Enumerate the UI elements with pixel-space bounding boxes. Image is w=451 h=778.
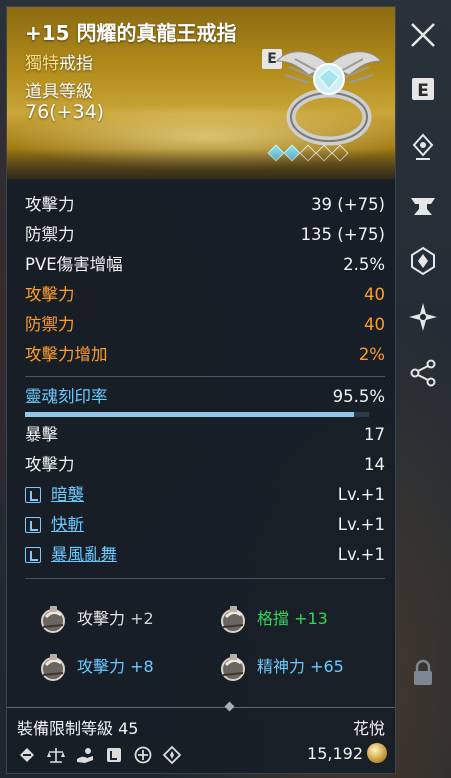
stat-value: 40 xyxy=(364,285,385,304)
pin-location-icon[interactable] xyxy=(408,132,438,162)
lock-icon[interactable] xyxy=(408,658,438,688)
footer-divider xyxy=(7,707,395,708)
potion-icon xyxy=(41,654,65,681)
stat-value: 95.5% xyxy=(332,387,385,406)
anvil-icon[interactable] xyxy=(408,190,438,220)
substat-text: 精神力 +65 xyxy=(257,649,344,685)
substat-text: 格擋 +13 xyxy=(257,601,328,637)
potion-icon xyxy=(221,654,245,681)
gem-empty-icon xyxy=(299,144,317,162)
skill-book-icon xyxy=(25,517,41,533)
rarity-prefix: 獨特 xyxy=(25,54,59,74)
substat-name: 精神力 xyxy=(257,657,311,676)
item-tooltip: +15 閃耀的真龍王戒指 獨特戒指 道具等級 76(+34) E 攻擊力 39 (… xyxy=(6,6,396,774)
equip-requirement: 裝備限制等級 45 xyxy=(17,719,139,738)
substat-value: +8 xyxy=(130,657,154,676)
item-level-value: 76(+34) xyxy=(25,101,105,123)
item-level-label: 道具等級 xyxy=(25,82,93,102)
item-title: +15 閃耀的真龍王戒指 xyxy=(25,21,237,45)
skill-book-icon xyxy=(25,547,41,563)
share-icon[interactable] xyxy=(408,358,438,388)
substats-divider xyxy=(25,578,385,579)
svg-text:E: E xyxy=(417,81,429,101)
item-header: +15 閃耀的真龍王戒指 獨特戒指 道具等級 76(+34) E xyxy=(7,7,395,179)
crafter-name: 花悅 xyxy=(352,719,385,738)
gem-empty-icon xyxy=(331,144,349,162)
item-rarity: 獨特戒指 xyxy=(25,49,93,74)
skill-level: Lv.+1 xyxy=(337,485,385,504)
gem-filled-icon xyxy=(267,144,285,162)
substat-text: 攻擊力 +2 xyxy=(77,601,154,637)
engrave-e-icon[interactable]: E xyxy=(408,74,438,104)
skill-row: 快斬 Lv.+1 xyxy=(25,510,385,540)
substat-text: 攻擊力 +8 xyxy=(77,649,154,685)
skill-book-icon xyxy=(25,487,41,503)
stat-label: 靈魂刻印率 xyxy=(25,387,108,406)
stat-label: 防禦力 xyxy=(25,225,75,244)
stat-value: 17 xyxy=(364,425,385,444)
stat-row: 防禦力 135 (+75) xyxy=(25,220,385,250)
skill-row: 暴風亂舞 Lv.+1 xyxy=(25,540,385,570)
stat-row: 攻擊力 39 (+75) xyxy=(25,190,385,220)
stat-label: 暴擊 xyxy=(25,425,58,444)
scale-icon xyxy=(47,748,65,763)
stat-row: 防禦力 40 xyxy=(25,310,385,340)
rarity-suffix: 戒指 xyxy=(59,54,93,74)
gold-coin-icon xyxy=(367,743,387,763)
stat-value: 2% xyxy=(358,345,385,364)
gem-slots xyxy=(267,144,349,162)
stat-label: PVE傷害增幅 xyxy=(25,255,123,274)
stat-value: 39 (+75) xyxy=(311,195,385,214)
hand-icon xyxy=(77,748,93,763)
side-toolbar: E xyxy=(400,6,446,774)
skill-name-link[interactable]: 暗襲 xyxy=(51,480,84,510)
stat-value: 2.5% xyxy=(343,255,385,274)
stat-label: 攻擊力 xyxy=(25,285,75,304)
potion-icon xyxy=(221,606,245,633)
skill-level: Lv.+1 xyxy=(337,545,385,564)
skill-name-link[interactable]: 暴風亂舞 xyxy=(51,540,117,570)
plus-circle-icon xyxy=(134,746,152,764)
substat-name: 攻擊力 xyxy=(77,609,131,628)
diamond-star-icon xyxy=(162,745,182,765)
stat-value: 135 (+75) xyxy=(300,225,385,244)
stat-row: PVE傷害增幅 2.5% xyxy=(25,250,385,280)
skill-row: 暗襲 Lv.+1 xyxy=(25,480,385,510)
substat-name: 攻擊力 xyxy=(77,657,131,676)
soul-stat-row: 暴擊 17 xyxy=(25,420,385,450)
stat-label: 攻擊力 xyxy=(25,195,75,214)
stat-row: 攻擊力增加 2% xyxy=(25,340,385,370)
skill-name-link[interactable]: 快斬 xyxy=(51,510,84,540)
potion-icon xyxy=(41,606,65,633)
sparkle-icon[interactable] xyxy=(408,302,438,332)
substat-name: 格擋 xyxy=(257,609,295,628)
soul-rate-fill xyxy=(25,412,354,417)
soul-rate-row: 靈魂刻印率 95.5% xyxy=(25,382,385,412)
trade-icon xyxy=(20,748,34,762)
gem-filled-icon xyxy=(283,144,301,162)
close-icon[interactable] xyxy=(408,20,438,50)
gem-empty-icon xyxy=(315,144,333,162)
gem-socket-icon xyxy=(107,748,121,762)
soul-stat-row: 攻擊力 14 xyxy=(25,450,385,480)
ring-icon xyxy=(275,51,383,146)
price-value: 15,192 xyxy=(307,743,363,763)
stat-label: 攻擊力 xyxy=(25,455,75,474)
crystal-shield-icon[interactable] xyxy=(408,246,438,276)
substat-value: +13 xyxy=(294,609,328,628)
item-price: 15,192 xyxy=(307,743,387,763)
stat-value: 14 xyxy=(364,455,385,474)
stat-label: 攻擊力增加 xyxy=(25,345,108,364)
soul-rate-bar xyxy=(25,412,369,417)
stat-label: 防禦力 xyxy=(25,315,75,334)
stats-divider xyxy=(25,376,385,377)
substat-value: +2 xyxy=(130,609,154,628)
skill-level: Lv.+1 xyxy=(337,515,385,534)
footer-icons xyxy=(17,745,182,765)
stat-row: 攻擊力 40 xyxy=(25,280,385,310)
stat-value: 40 xyxy=(364,315,385,334)
substat-value: +65 xyxy=(310,657,344,676)
